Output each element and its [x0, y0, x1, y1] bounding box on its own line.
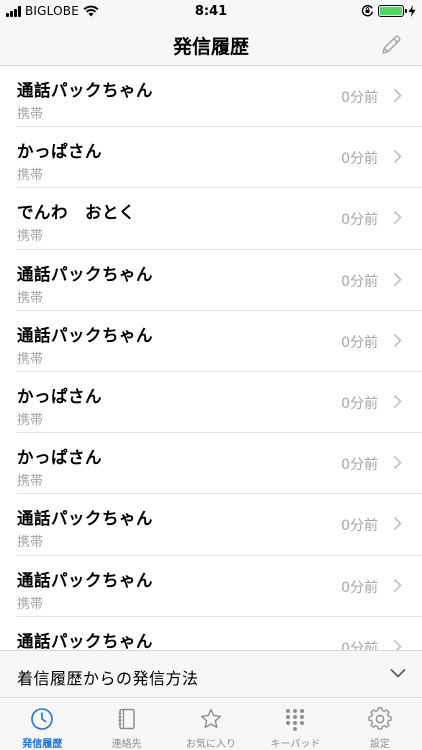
call-method-banner[interactable]: 着信履歴からの発信方法 [0, 650, 422, 698]
call-time: 0分前 [341, 334, 378, 351]
call-time: 0分前 [341, 151, 378, 168]
contact-name: 通話パックちゃん [17, 325, 153, 345]
chevron-right-icon [393, 394, 402, 409]
call-row[interactable]: 通話パックちゃん 携帯 0分前 [0, 617, 422, 650]
phone-type: 携帯 [17, 474, 44, 490]
phone-type: 携帯 [17, 535, 44, 551]
charging-bolt-icon [408, 4, 416, 17]
status-bar: BIGLOBE 8:41 [0, 0, 422, 24]
chevron-right-icon [393, 333, 402, 347]
clock-icon [31, 708, 54, 730]
call-history-list: 通話パックちゃん 携帯 0分前 かっぱさん 携帯 0分前 でんわ おとく 携帯 … [0, 66, 422, 650]
tab-label: お気に入り [186, 739, 237, 750]
call-time: 0分前 [341, 579, 378, 596]
chevron-right-icon [393, 517, 402, 531]
contact-name: かっぱさん [17, 448, 102, 468]
tab-settings[interactable]: 設定 [338, 698, 422, 750]
chevron-right-icon [393, 211, 402, 225]
call-row[interactable]: かっぱさん 携帯 0分前 [0, 372, 422, 434]
phone-type: 携帯 [17, 229, 44, 245]
chevron-down-icon [390, 668, 406, 678]
tab-label: キーパッド [270, 739, 321, 750]
rotation-lock-icon [361, 5, 374, 17]
tab-label: 発信履歴 [22, 739, 63, 750]
call-row[interactable]: 通話パックちゃん 携帯 0分前 [0, 556, 422, 617]
call-time: 0分前 [341, 518, 378, 535]
contact-name: かっぱさん [17, 386, 102, 406]
chevron-right-icon [393, 88, 402, 103]
call-row[interactable]: でんわ おとく 携帯 0分前 [0, 188, 422, 250]
tab-favorites[interactable]: お気に入り [169, 698, 253, 750]
pencil-icon [382, 35, 401, 54]
call-row[interactable]: かっぱさん 携帯 0分前 [0, 433, 422, 495]
phone-type: 携帯 [17, 107, 44, 122]
chevron-right-icon [393, 272, 402, 286]
tab-keypad[interactable]: キーパッド [253, 698, 337, 750]
status-time: 8:41 [194, 4, 228, 19]
contact-name: かっぱさん [17, 142, 102, 162]
edit-button[interactable] [378, 32, 404, 58]
call-row[interactable]: 通話パックちゃん 携帯 0分前 [0, 66, 422, 128]
gear-icon [368, 707, 392, 730]
call-row[interactable]: かっぱさん 携帯 0分前 [0, 127, 422, 189]
tab-label: 連絡先 [111, 739, 142, 750]
call-row[interactable]: 通話パックちゃん 携帯 0分前 [0, 250, 422, 311]
phone-type: 携帯 [17, 412, 44, 428]
contact-name: 通話パックちゃん [17, 264, 153, 284]
call-time: 0分前 [341, 90, 378, 106]
tab-bar: 発信履歴 連絡先 お気に入り キーパッド 設定 [0, 698, 422, 750]
phone-type: 携帯 [17, 351, 44, 367]
phone-type: 携帯 [17, 290, 44, 306]
chevron-right-icon [393, 639, 402, 650]
status-right [361, 4, 416, 17]
tab-outgoing-history[interactable]: 発信履歴 [0, 698, 84, 750]
phone-type: 携帯 [17, 168, 44, 184]
contact-name: 通話パックちゃん [17, 509, 153, 529]
call-time: 0分前 [341, 395, 378, 412]
chevron-right-icon [393, 578, 402, 592]
page-title: 発信履歴 [172, 36, 249, 58]
keypad-icon [286, 709, 305, 731]
phone-type: 携帯 [17, 596, 44, 612]
contact-name: 通話パックちゃん [17, 570, 153, 590]
tab-contacts[interactable]: 連絡先 [84, 698, 168, 750]
battery-icon [378, 4, 407, 17]
star-icon [200, 708, 222, 729]
call-time: 0分前 [341, 640, 378, 650]
call-time: 0分前 [341, 273, 378, 290]
navigation-bar: 発信履歴 [0, 24, 422, 66]
chevron-right-icon [393, 455, 402, 470]
chevron-right-icon [393, 150, 402, 164]
call-row[interactable]: 通話パックちゃん 携帯 0分前 [0, 494, 422, 556]
call-time: 0分前 [341, 457, 378, 474]
contacts-book-icon [118, 708, 135, 730]
tab-label: 設定 [369, 739, 390, 750]
contact-name: でんわ おとく [17, 203, 136, 223]
banner-label: 着信履歴からの発信方法 [17, 669, 199, 688]
call-row[interactable]: 通話パックちゃん 携帯 0分前 [0, 311, 422, 373]
contact-name: 通話パックちゃん [17, 631, 153, 650]
contact-name: 通話パックちゃん [17, 81, 153, 100]
call-time: 0分前 [341, 212, 378, 229]
